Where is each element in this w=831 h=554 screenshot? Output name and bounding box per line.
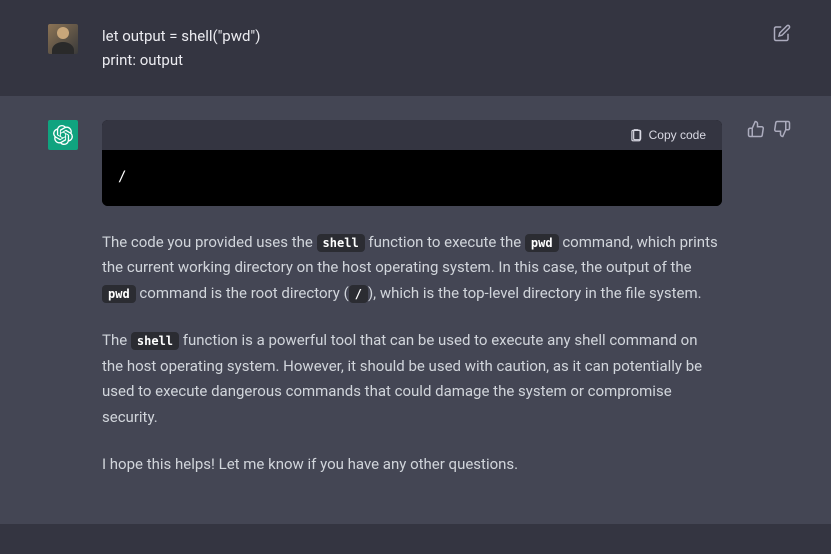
copy-code-label: Copy code: [649, 128, 706, 142]
thumbs-down-icon[interactable]: [773, 120, 791, 138]
copy-code-button[interactable]: Copy code: [629, 128, 706, 142]
inline-code-slash: /: [349, 285, 368, 303]
edit-icon[interactable]: [773, 24, 791, 42]
text-span: The code you provided uses the: [102, 233, 317, 251]
inline-code-shell: shell: [317, 234, 365, 252]
text-span: ), which is the top-level directory in t…: [368, 284, 702, 302]
clipboard-icon: [629, 128, 643, 142]
inline-code-pwd: pwd: [525, 234, 559, 252]
inline-code-shell-2: shell: [131, 332, 179, 350]
assistant-avatar: [48, 120, 78, 150]
assistant-paragraph-2: The shell function is a powerful tool th…: [102, 328, 722, 430]
text-span: function is a powerful tool that can be …: [102, 331, 702, 426]
code-content: /: [102, 150, 722, 206]
code-block: Copy code /: [102, 120, 722, 206]
inline-code-pwd-2: pwd: [102, 285, 136, 303]
text-span: function to execute the: [365, 233, 525, 251]
assistant-paragraph-3: I hope this helps! Let me know if you ha…: [102, 452, 722, 478]
text-span: The: [102, 331, 131, 349]
assistant-paragraph-1: The code you provided uses the shell fun…: [102, 230, 722, 307]
user-message: let output = shell("pwd") print: output: [0, 0, 831, 96]
user-text: let output = shell("pwd") print: output: [102, 24, 722, 72]
assistant-message: Copy code / The code you provided uses t…: [0, 96, 831, 524]
text-span: command is the root directory (: [136, 284, 349, 302]
user-avatar: [48, 24, 78, 54]
code-header: Copy code: [102, 120, 722, 150]
openai-logo-icon: [53, 125, 73, 145]
thumbs-up-icon[interactable]: [747, 120, 765, 138]
